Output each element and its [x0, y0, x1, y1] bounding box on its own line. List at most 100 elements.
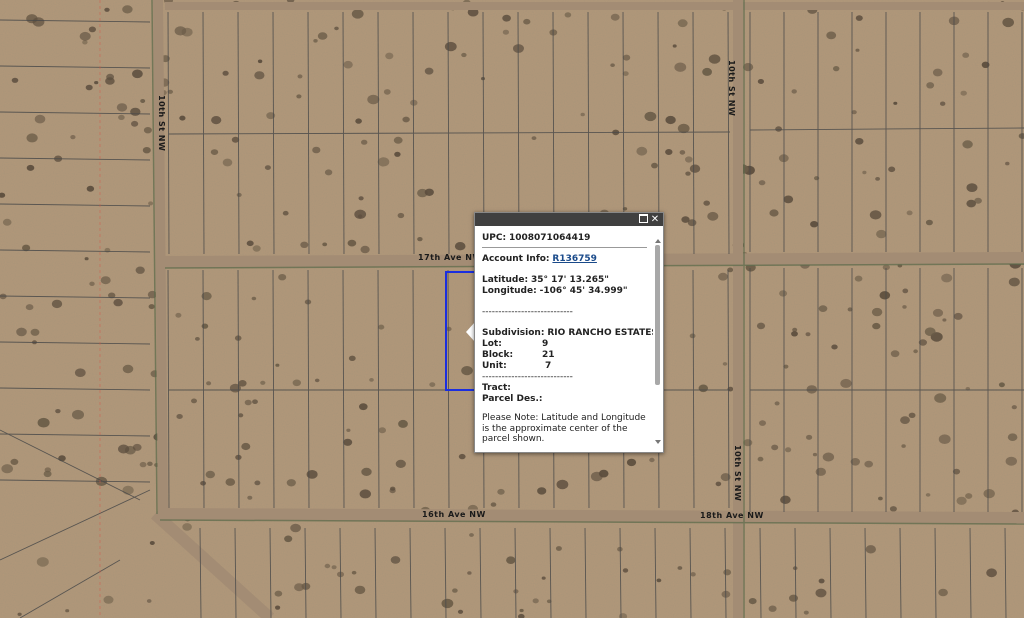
road-label-10th-st-right-bottom: 10th St NW — [733, 445, 742, 501]
shrub — [359, 403, 368, 411]
account-label: Account Info: — [482, 254, 550, 264]
shrub — [490, 502, 497, 507]
shrub — [818, 578, 825, 584]
longitude-value: -106° 45' 34.999" — [539, 286, 628, 296]
shrub — [580, 112, 585, 117]
shrub — [702, 67, 712, 76]
shrub — [179, 115, 186, 121]
shrub — [677, 123, 690, 134]
shrub — [85, 84, 93, 91]
shrub — [314, 378, 320, 383]
shrub — [672, 44, 677, 48]
shrub — [758, 180, 766, 186]
shrub — [748, 598, 757, 605]
shrub — [143, 127, 152, 134]
shrub — [257, 59, 263, 64]
shrub — [402, 116, 410, 123]
shrub — [703, 200, 710, 206]
shrub — [865, 545, 876, 554]
shrub — [942, 318, 947, 322]
shrub — [461, 366, 473, 376]
shrub — [564, 12, 572, 18]
shrub — [10, 458, 19, 465]
shrub — [296, 94, 302, 99]
shrub — [855, 48, 860, 52]
shrub — [130, 107, 141, 116]
shrub — [334, 26, 339, 31]
shrub — [17, 612, 22, 616]
road-10th-st-left — [153, 0, 168, 515]
shrub — [1011, 405, 1017, 410]
shrub — [689, 164, 701, 173]
shrub — [502, 14, 511, 22]
shrub — [888, 166, 896, 173]
scroll-thumb[interactable] — [655, 245, 660, 385]
shrub — [252, 245, 261, 252]
shrub — [246, 240, 254, 247]
tract-label: Tract: — [482, 383, 511, 393]
shrub — [351, 9, 364, 19]
shrub — [26, 164, 35, 171]
shrub — [779, 290, 788, 297]
scroll-up-icon[interactable] — [655, 239, 661, 243]
shrub — [871, 307, 883, 317]
shrub — [113, 298, 123, 307]
shrub — [148, 201, 154, 206]
shrub — [723, 569, 732, 576]
shrub — [378, 427, 386, 434]
shrub — [278, 274, 287, 281]
shrub — [893, 101, 898, 105]
shrub — [785, 447, 792, 453]
block-value: 21 — [542, 350, 555, 360]
shrub — [966, 183, 978, 193]
shrub — [79, 31, 91, 41]
parcel-info-popup: ✕ UPC: 1008071064419 Account Info: R1367… — [474, 212, 664, 453]
shrub — [966, 199, 976, 208]
shrub — [211, 116, 222, 125]
shrub — [925, 493, 931, 497]
shrub — [191, 398, 197, 404]
shrub — [523, 18, 531, 25]
shrub — [924, 327, 936, 337]
shrub — [394, 151, 401, 157]
shrub — [195, 337, 200, 341]
shrub — [264, 165, 271, 171]
shrub — [926, 82, 935, 89]
shrub — [461, 52, 467, 58]
shrub — [30, 328, 40, 336]
shrub — [260, 380, 266, 385]
shrub — [142, 147, 151, 154]
shrub — [454, 242, 466, 251]
shrub — [677, 566, 683, 570]
account-link[interactable]: R136759 — [552, 254, 597, 264]
shrub — [58, 455, 66, 462]
shrub — [610, 13, 620, 21]
close-icon[interactable]: ✕ — [649, 213, 661, 226]
shrub — [116, 103, 128, 112]
shrub — [541, 576, 546, 580]
shrub — [872, 322, 881, 330]
popup-scrollbar[interactable] — [654, 239, 662, 444]
shrub — [902, 288, 909, 294]
shrub — [938, 434, 951, 445]
scroll-down-icon[interactable] — [655, 440, 661, 444]
shrub — [679, 150, 686, 155]
shrub — [879, 291, 891, 300]
shrub — [913, 349, 918, 354]
maximize-icon[interactable] — [637, 213, 649, 226]
shrub — [651, 162, 658, 169]
popup-divider — [482, 247, 647, 248]
shrub — [649, 457, 655, 463]
shrub — [1, 464, 13, 474]
shrub — [147, 461, 153, 466]
longitude-label: Longitude: — [482, 286, 537, 296]
shrub — [833, 66, 840, 72]
shrub — [122, 5, 133, 14]
road-label-16th-ave: 16th Ave NW — [422, 510, 486, 519]
shrub — [294, 583, 305, 592]
shrub — [254, 71, 265, 80]
shrub — [956, 496, 967, 505]
shrub — [148, 304, 155, 310]
shrub — [444, 41, 457, 52]
shrub — [393, 136, 403, 144]
